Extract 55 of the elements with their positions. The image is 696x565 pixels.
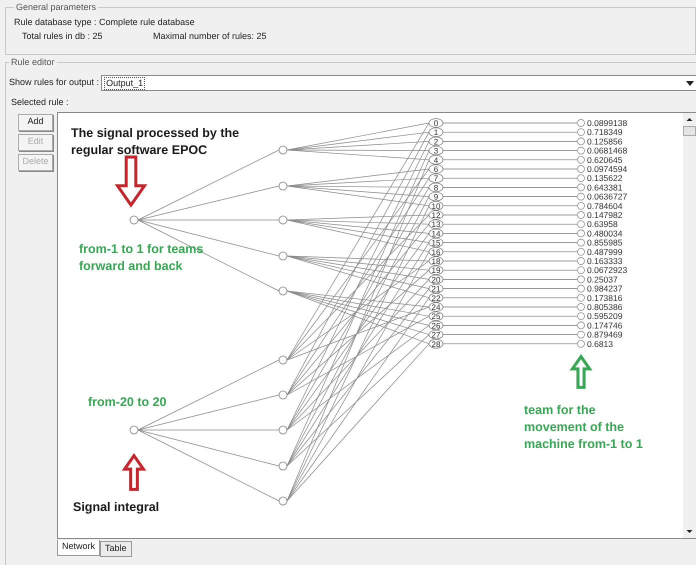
output-value: 0.0636727 [587, 191, 628, 202]
hidden-node [278, 390, 288, 399]
database-type-text: Rule database type : Complete rule database [14, 16, 195, 28]
scrollbar[interactable] [683, 112, 696, 538]
output-value: 0.784604 [587, 200, 622, 210]
output-value: 0.63958 [587, 218, 618, 229]
hidden-node [278, 286, 288, 295]
output-value: 0.487999 [587, 246, 622, 256]
output-value: 0.480034 [587, 228, 622, 238]
annotation-text: team for the movement of the machine from-1 to 1 [524, 402, 644, 452]
output-value: 0.174746 [587, 320, 622, 330]
view-tab[interactable]: Network [57, 540, 100, 556]
hidden-node [278, 461, 288, 470]
output-value: 0.595209 [587, 310, 622, 321]
output-value: 0.163333 [587, 256, 622, 266]
output-value: 0.805386 [587, 302, 622, 312]
selected-rule-label: Selected rule : [11, 96, 69, 108]
output-value: 0.125856 [587, 136, 622, 146]
group-title: General parameters [15, 1, 98, 14]
output-value: 0.0899138 [587, 118, 628, 128]
hidden-node [278, 251, 288, 260]
output-value: 0.879469 [587, 329, 622, 340]
dropdown-arrow-icon [686, 80, 694, 86]
output-value: 0.0681468 [587, 145, 628, 156]
output-value: 0.147982 [587, 210, 622, 220]
output-value: 0.718349 [587, 126, 622, 137]
hidden-node [278, 355, 288, 364]
hidden-node [278, 145, 288, 154]
input-node [130, 425, 138, 434]
output-value: 0.620645 [587, 154, 622, 164]
output-value: 0.984237 [587, 283, 622, 294]
max-rules-text: Maximal number of rules: 25 [153, 30, 267, 42]
total-rules-text: Total rules in db : 25 [22, 30, 104, 42]
annotation-text: from-20 to 20 [88, 394, 168, 410]
annotation-text: The signal processed by the regular software EPOC [71, 124, 240, 158]
hidden-node [278, 425, 288, 434]
output-value: 0.173816 [587, 292, 622, 302]
output-value: 0.0974594 [587, 164, 628, 174]
output-value: 0.0672923 [587, 264, 628, 275]
rule-button[interactable]: Add [18, 114, 53, 130]
output-value: 0.135622 [587, 172, 622, 183]
input-node [130, 215, 138, 224]
scrollbar-thumb[interactable] [683, 126, 696, 136]
output-value: 0.25037 [587, 274, 618, 284]
view-tab[interactable]: Table [100, 540, 132, 556]
output-value: 0.643381 [587, 182, 622, 192]
hidden-node [278, 181, 288, 190]
annotation-text: Signal integral [73, 498, 160, 516]
hidden-node [278, 496, 288, 505]
output-value: 0.6813 [587, 338, 613, 348]
output-value: 0.855985 [587, 237, 622, 248]
output-label: Show rules for output : [9, 76, 100, 90]
group-title: Rule editor [10, 56, 56, 69]
output-dropdown[interactable]: Output_1 [101, 75, 696, 91]
hidden-node [278, 215, 288, 224]
